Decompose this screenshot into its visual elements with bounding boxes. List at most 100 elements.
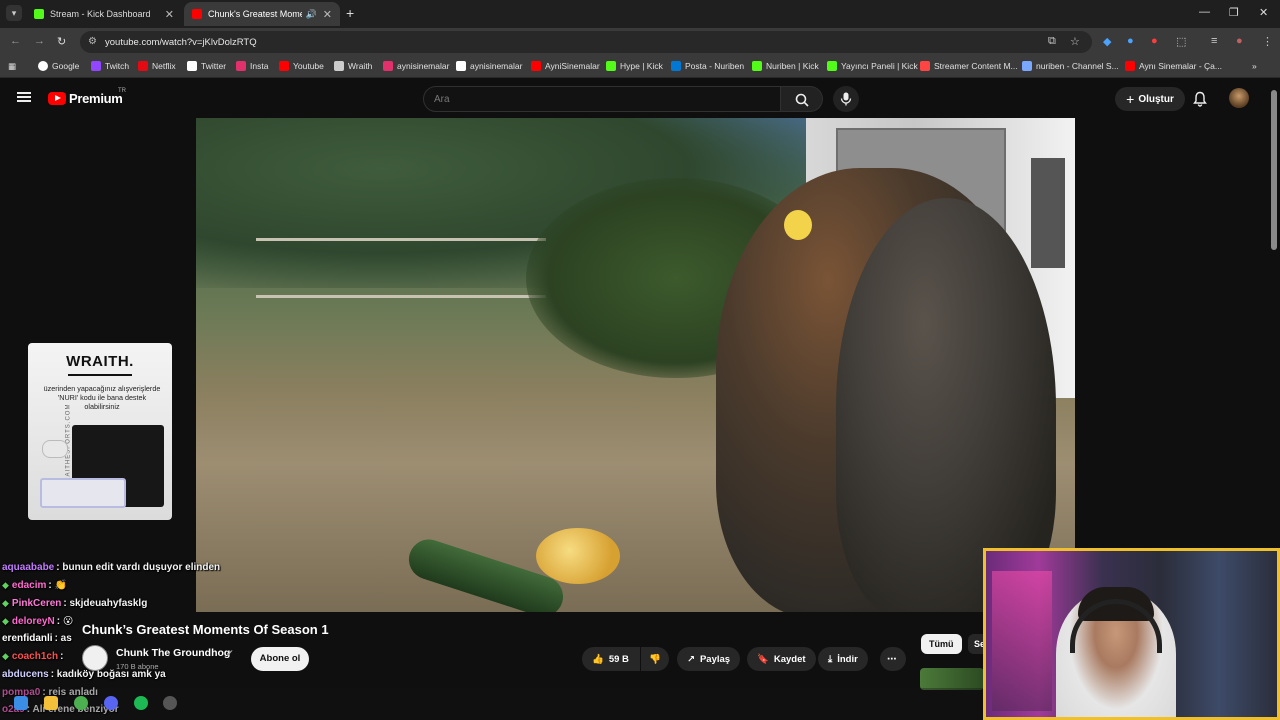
recommended-video-thumbnail[interactable] bbox=[920, 668, 984, 690]
bookmark-aynisinemalar-insta[interactable]: aynisinemalar bbox=[383, 61, 449, 71]
address-bar[interactable]: ⚙ youtube.com/watch?v=jKlvDolzRTQ bbox=[80, 31, 1092, 53]
bookmark-star-icon[interactable]: ☆ bbox=[1070, 35, 1080, 48]
close-tab-icon[interactable]: ✕ bbox=[323, 8, 332, 21]
spotify-icon[interactable] bbox=[134, 696, 148, 710]
restore-icon[interactable]: ❐ bbox=[1229, 6, 1239, 19]
discord-icon[interactable] bbox=[104, 696, 118, 710]
streamer-webcam bbox=[983, 548, 1280, 720]
extensions-puzzle-icon[interactable]: ⬚ bbox=[1176, 35, 1186, 48]
browser-menu-icon[interactable]: ⋮ bbox=[1262, 35, 1273, 48]
browser-toolbar: ← → ↻ ⚙ youtube.com/watch?v=jKlvDolzRTQ … bbox=[0, 28, 1280, 56]
file-explorer-icon[interactable] bbox=[44, 696, 58, 710]
save-button[interactable]: 🔖 Kaydet bbox=[747, 647, 816, 671]
share-arrow-icon: ↗ bbox=[687, 653, 695, 665]
voice-search-button[interactable] bbox=[833, 86, 859, 112]
youtube-logo-icon[interactable] bbox=[48, 92, 66, 105]
close-tab-icon[interactable]: ✕ bbox=[165, 8, 174, 21]
microphone-icon bbox=[840, 92, 852, 106]
controller-image bbox=[42, 440, 68, 458]
tab-kick-dashboard[interactable]: Stream - Kick Dashboard ✕ bbox=[26, 2, 182, 26]
premium-wordmark[interactable]: Premium bbox=[69, 91, 123, 106]
reading-list-icon[interactable]: ≡ bbox=[1211, 35, 1217, 47]
kick-favicon-icon bbox=[34, 9, 44, 19]
tab-youtube-video[interactable]: Chunk's Greatest Moments 🔊 ✕ bbox=[184, 2, 340, 26]
search-placeholder: Ara bbox=[434, 94, 450, 105]
diamond-badge-icon: ◆ bbox=[2, 616, 9, 626]
menu-hamburger-icon[interactable] bbox=[17, 92, 31, 102]
subscriber-count: 170 B abone bbox=[116, 662, 159, 671]
windows-start-icon[interactable] bbox=[14, 696, 28, 710]
site-info-icon[interactable]: ⚙ bbox=[88, 36, 97, 47]
diamond-badge-icon: ◆ bbox=[2, 580, 9, 590]
download-icon: ⤓ bbox=[828, 653, 833, 665]
chip-all[interactable]: Tümü bbox=[921, 634, 962, 654]
x-twitter-icon bbox=[456, 61, 466, 71]
more-actions-button[interactable]: ⋯ bbox=[880, 647, 906, 671]
bookmark-twitter[interactable]: Twitter bbox=[187, 61, 226, 71]
speaker-icon[interactable]: 🔊 bbox=[306, 9, 317, 20]
reload-icon[interactable]: ↻ bbox=[57, 35, 66, 48]
video-player[interactable] bbox=[196, 118, 1075, 612]
bookmark-netflix[interactable]: Netflix bbox=[138, 61, 176, 71]
youtube-header: Premium TR Ara + Oluştur bbox=[0, 78, 1280, 120]
dislike-button[interactable]: 👎 bbox=[641, 647, 669, 671]
obs-icon[interactable] bbox=[163, 696, 177, 710]
extension-globe-icon[interactable]: ● bbox=[1127, 35, 1134, 47]
bookmark-insta[interactable]: Insta bbox=[236, 61, 268, 71]
studio-icon bbox=[1022, 61, 1032, 71]
url-text: youtube.com/watch?v=jKlvDolzRTQ bbox=[105, 37, 257, 48]
minimize-icon[interactable]: — bbox=[1199, 6, 1210, 18]
more-bookmarks-chevron-icon[interactable]: » bbox=[1252, 61, 1257, 71]
extension-red-icon[interactable]: ● bbox=[1151, 35, 1158, 47]
bookmark-channel-studio[interactable]: nuriben - Channel S... bbox=[1022, 61, 1119, 71]
keyboard-image bbox=[40, 478, 126, 508]
bookmark-yayinci-paneli[interactable]: Yayıncı Paneli | Kick bbox=[827, 61, 918, 71]
youtube-favicon-icon bbox=[192, 9, 202, 19]
close-window-icon[interactable]: ✕ bbox=[1259, 6, 1268, 19]
new-tab-plus-icon[interactable]: + bbox=[346, 5, 354, 21]
wraith-icon bbox=[334, 61, 344, 71]
search-button[interactable] bbox=[781, 86, 823, 112]
bookmark-twitch[interactable]: Twitch bbox=[91, 61, 129, 71]
bookmark-streamer-content[interactable]: Streamer Content M... bbox=[920, 61, 1018, 71]
chrome-icon[interactable] bbox=[74, 696, 88, 710]
share-button[interactable]: ↗ Paylaş bbox=[677, 647, 741, 671]
sponsor-brand: WRAITH. bbox=[66, 353, 134, 370]
back-arrow-icon[interactable]: ← bbox=[10, 35, 21, 47]
channel-avatar[interactable] bbox=[82, 645, 108, 671]
subscribe-button[interactable]: Abone ol bbox=[251, 647, 309, 671]
notifications-bell-icon[interactable] bbox=[1193, 91, 1207, 107]
tab-search-chevron-icon[interactable]: ▾ bbox=[6, 5, 22, 21]
region-code: TR bbox=[118, 88, 126, 94]
kick-icon bbox=[752, 61, 762, 71]
bookmark-youtube[interactable]: Youtube bbox=[279, 61, 324, 71]
bookmark-wraith[interactable]: Wraith bbox=[334, 61, 372, 71]
bookmark-icon: 🔖 bbox=[757, 653, 769, 665]
search-input[interactable]: Ara bbox=[423, 86, 781, 112]
verified-check-icon: ✔ bbox=[226, 648, 234, 658]
bookmark-hype-kick[interactable]: Hype | Kick bbox=[606, 61, 663, 71]
share-label: Paylaş bbox=[699, 653, 731, 665]
like-count: 59 B bbox=[608, 653, 629, 665]
page-scrollbar[interactable] bbox=[1271, 90, 1277, 250]
bookmark-aynisinemalar-x[interactable]: aynisinemalar bbox=[456, 61, 522, 71]
bookmark-aynisinemalar-yt[interactable]: AyniSinemalar bbox=[531, 61, 600, 71]
tab-title: Chunk's Greatest Moments bbox=[208, 9, 302, 19]
apps-grid-icon[interactable]: ▦ bbox=[8, 61, 16, 72]
channel-name[interactable]: Chunk The Groundhog bbox=[116, 647, 230, 659]
profile-icon[interactable]: ● bbox=[1236, 35, 1243, 47]
bookmark-posta[interactable]: Posta - Nuriben bbox=[671, 61, 744, 71]
download-button[interactable]: ⤓ İndir bbox=[818, 647, 868, 671]
netflix-icon bbox=[138, 61, 148, 71]
bookmark-ayni-sinemalar-ca[interactable]: Aynı Sinemalar - Ça... bbox=[1125, 61, 1222, 71]
bookmark-google[interactable]: Google bbox=[38, 61, 79, 71]
install-app-icon[interactable]: ⧉ bbox=[1048, 35, 1056, 48]
bookmark-nuriben-kick[interactable]: Nuriben | Kick bbox=[752, 61, 819, 71]
like-button[interactable]: 👍 59 B bbox=[582, 647, 640, 671]
extension-shield-icon[interactable]: ◆ bbox=[1103, 35, 1111, 48]
x-twitter-icon bbox=[187, 61, 197, 71]
create-button[interactable]: + Oluştur bbox=[1115, 87, 1185, 111]
forward-arrow-icon[interactable]: → bbox=[34, 35, 45, 47]
account-avatar[interactable] bbox=[1229, 88, 1249, 108]
search-icon bbox=[795, 93, 809, 107]
